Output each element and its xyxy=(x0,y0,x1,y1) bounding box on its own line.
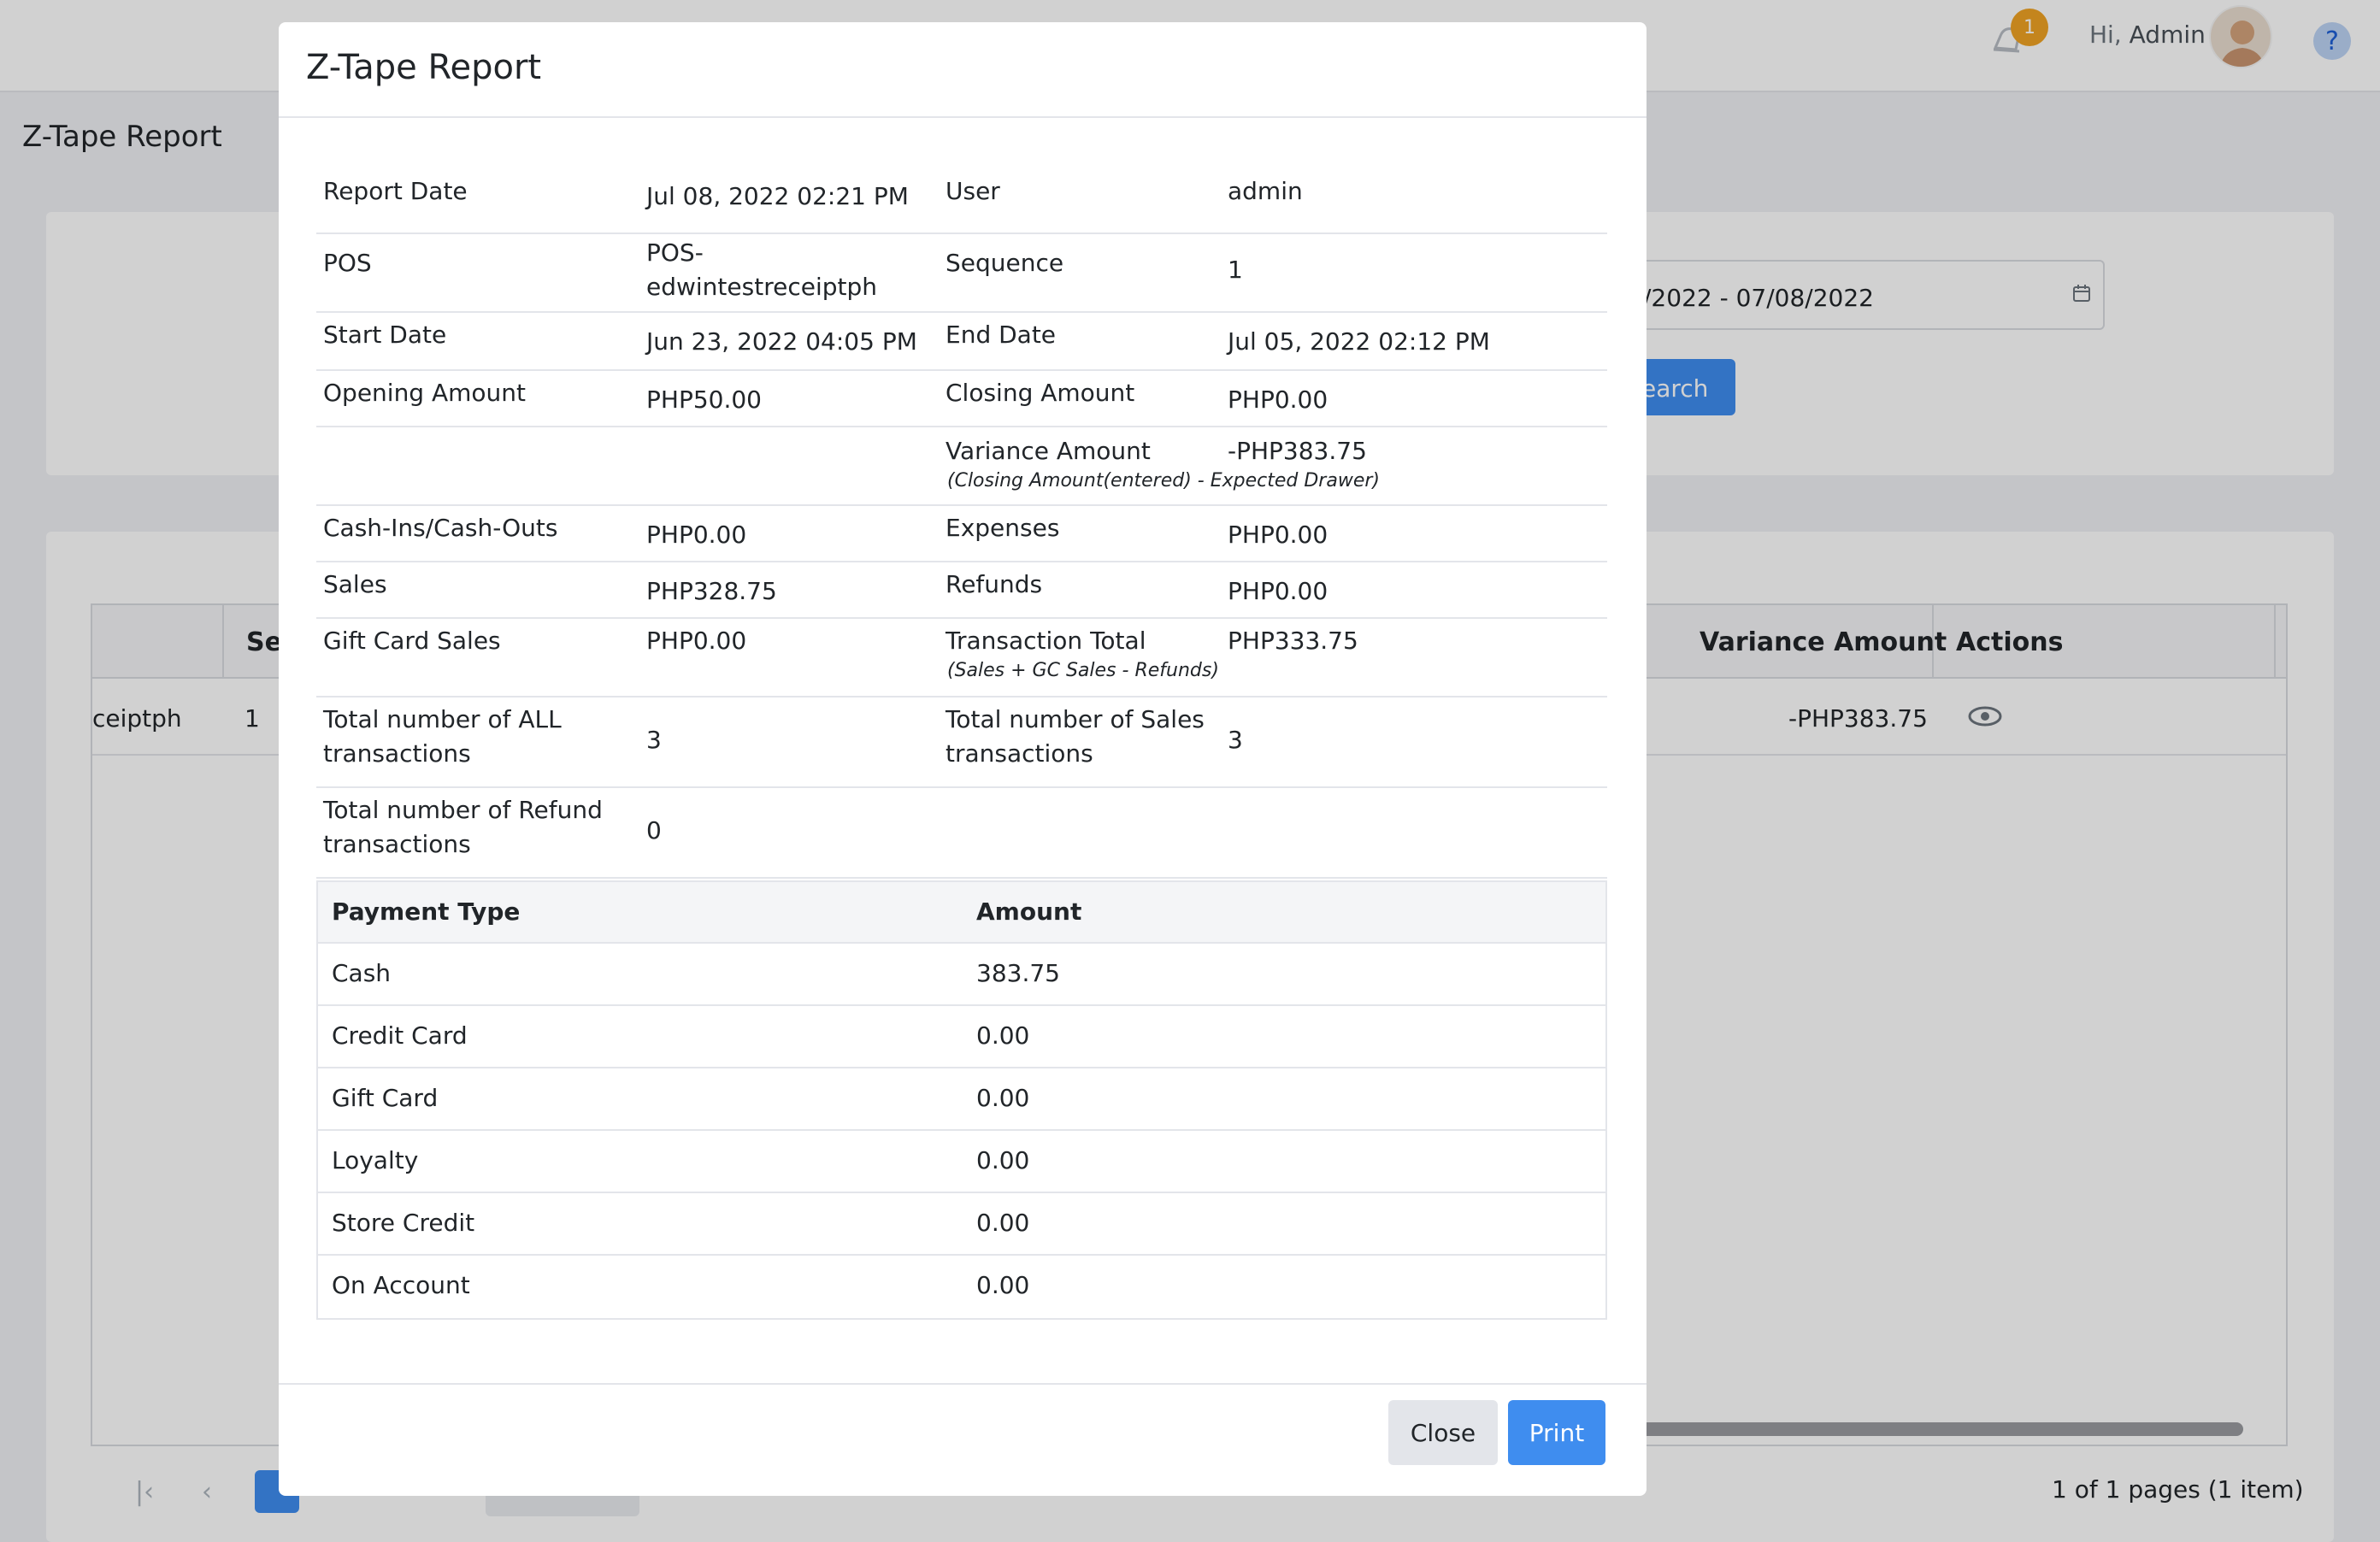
report-date-label: Report Date xyxy=(323,177,468,205)
report-date-value: Jul 08, 2022 02:21 PM xyxy=(646,182,909,210)
close-button[interactable]: Close xyxy=(1388,1400,1498,1465)
end-date-label: End Date xyxy=(946,321,1057,349)
total-all-value: 3 xyxy=(646,726,662,754)
transaction-total-note: (Sales + GC Sales - Refunds) xyxy=(947,660,1219,681)
payment-amount: 0.00 xyxy=(976,1021,1030,1050)
variance-amount-label: Variance Amount xyxy=(946,437,1151,465)
divider xyxy=(279,1383,1647,1385)
transaction-total-label: Transaction Total xyxy=(946,627,1146,655)
user-value: admin xyxy=(1228,177,1303,205)
info-row: POS POS- edwintestreceiptph Sequence 1 xyxy=(316,234,1607,313)
info-row: Gift Card Sales PHP0.00 Transaction Tota… xyxy=(316,619,1607,697)
total-all-label: Total number of ALL xyxy=(323,705,562,733)
pos-label: POS xyxy=(323,249,372,277)
payment-type-header: Payment Type xyxy=(332,898,521,926)
payment-table: Payment Type Amount Cash 383.75 Credit C… xyxy=(316,880,1607,1320)
table-row: On Account 0.00 xyxy=(318,1256,1605,1318)
table-row: Gift Card 0.00 xyxy=(318,1068,1605,1131)
start-date-value: Jun 23, 2022 04:05 PM xyxy=(646,327,917,356)
closing-amount-label: Closing Amount xyxy=(946,379,1135,407)
opening-amount-label: Opening Amount xyxy=(323,379,527,407)
user-label: User xyxy=(946,177,1000,205)
modal-title: Z-Tape Report xyxy=(306,48,542,87)
print-button[interactable]: Print xyxy=(1508,1400,1605,1465)
total-sales-label: Total number of Sales xyxy=(946,705,1205,733)
payment-amount: 0.00 xyxy=(976,1146,1030,1174)
gift-card-sales-label: Gift Card Sales xyxy=(323,627,501,655)
refunds-label: Refunds xyxy=(946,570,1043,598)
payment-table-header: Payment Type Amount xyxy=(318,882,1605,944)
start-date-label: Start Date xyxy=(323,321,447,349)
transaction-total-value: PHP333.75 xyxy=(1228,627,1358,655)
total-refund-label: Total number of Refund xyxy=(323,796,603,824)
info-row: Report Date Jul 08, 2022 02:21 PM User a… xyxy=(316,164,1607,234)
gift-card-sales-value: PHP0.00 xyxy=(646,627,747,655)
total-refund-value: 0 xyxy=(646,816,662,845)
total-sales-label-2: transactions xyxy=(946,739,1093,768)
table-row: Loyalty 0.00 xyxy=(318,1131,1605,1193)
info-row: Total number of Refund transactions 0 xyxy=(316,788,1607,879)
info-row: Total number of ALL transactions 3 Total… xyxy=(316,697,1607,788)
payment-type: Loyalty xyxy=(332,1146,419,1174)
payment-type: Gift Card xyxy=(332,1084,439,1112)
end-date-value: Jul 05, 2022 02:12 PM xyxy=(1228,327,1490,356)
payment-amount: 0.00 xyxy=(976,1209,1030,1237)
info-row: Cash-Ins/Cash-Outs PHP0.00 Expenses PHP0… xyxy=(316,506,1607,562)
payment-amount: 0.00 xyxy=(976,1084,1030,1112)
sequence-label: Sequence xyxy=(946,249,1064,277)
expenses-value: PHP0.00 xyxy=(1228,521,1328,549)
total-all-label-2: transactions xyxy=(323,739,471,768)
refunds-value: PHP0.00 xyxy=(1228,577,1328,605)
table-row: Store Credit 0.00 xyxy=(318,1193,1605,1256)
table-row: Credit Card 0.00 xyxy=(318,1006,1605,1068)
payment-type: Cash xyxy=(332,959,392,987)
closing-amount-value: PHP0.00 xyxy=(1228,386,1328,414)
payment-type: Store Credit xyxy=(332,1209,475,1237)
payment-amount: 0.00 xyxy=(976,1271,1030,1299)
divider xyxy=(279,116,1647,118)
total-refund-label-2: transactions xyxy=(323,830,471,858)
payment-type: Credit Card xyxy=(332,1021,468,1050)
payment-type: On Account xyxy=(332,1271,470,1299)
info-row: Sales PHP328.75 Refunds PHP0.00 xyxy=(316,562,1607,619)
info-row: Opening Amount PHP50.00 Closing Amount P… xyxy=(316,371,1607,427)
opening-amount-value: PHP50.00 xyxy=(646,386,762,414)
pos-value-line1: POS- xyxy=(646,238,704,267)
variance-note: (Closing Amount(entered) - Expected Draw… xyxy=(947,470,1380,491)
cash-ins-label: Cash-Ins/Cash-Outs xyxy=(323,514,558,542)
total-sales-value: 3 xyxy=(1228,726,1243,754)
table-row: Cash 383.75 xyxy=(318,944,1605,1006)
info-row: Variance Amount (Closing Amount(entered)… xyxy=(316,427,1607,506)
payment-amount: 383.75 xyxy=(976,959,1060,987)
pos-value-line2: edwintestreceiptph xyxy=(646,273,877,301)
cash-ins-value: PHP0.00 xyxy=(646,521,747,549)
sales-label: Sales xyxy=(323,570,387,598)
z-tape-report-modal: Z-Tape Report Report Date Jul 08, 2022 0… xyxy=(279,22,1647,1496)
sales-value: PHP328.75 xyxy=(646,577,777,605)
sequence-value: 1 xyxy=(1228,256,1243,284)
expenses-label: Expenses xyxy=(946,514,1060,542)
amount-header: Amount xyxy=(976,898,1082,926)
info-row: Start Date Jun 23, 2022 04:05 PM End Dat… xyxy=(316,313,1607,371)
variance-amount-value: -PHP383.75 xyxy=(1228,437,1367,465)
